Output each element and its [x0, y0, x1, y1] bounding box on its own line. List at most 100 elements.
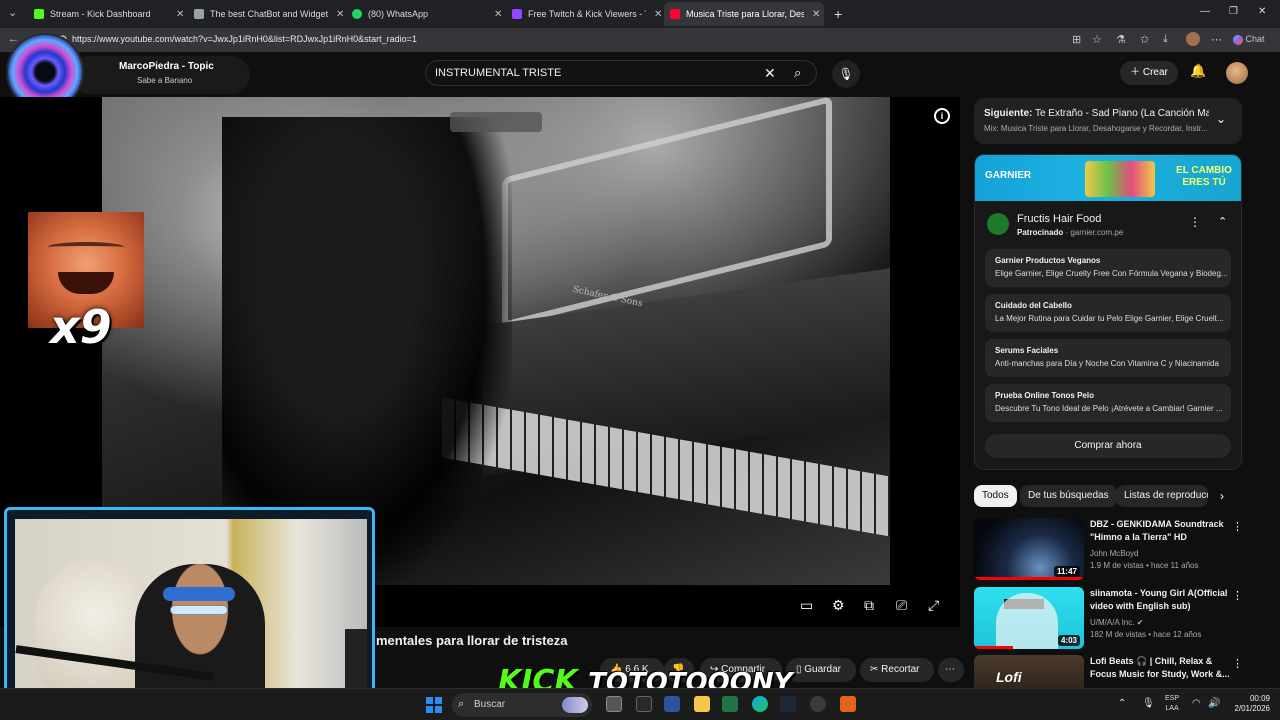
- chip-playlists[interactable]: Listas de reproducción: [1116, 485, 1208, 507]
- video-title[interactable]: DBZ - GENKIDAMA Soundtrack "Himno a la T…: [1090, 518, 1230, 544]
- video-thumbnail[interactable]: Lofi: [974, 655, 1084, 688]
- video-channel[interactable]: John McBoyd: [1090, 549, 1138, 558]
- close-tab-icon[interactable]: ✕: [654, 9, 662, 20]
- recommended-video[interactable]: Lofi Lofi Beats 🎧 | Chill, Relax & Focus…: [974, 655, 1242, 688]
- close-window-icon[interactable]: ✕: [1258, 6, 1266, 17]
- miniplayer-icon[interactable]: ⧉: [864, 597, 874, 614]
- tab-youtube-musica-triste[interactable]: Musica Triste para Llorar, Desahog ✕: [664, 2, 824, 26]
- ad-banner[interactable]: GARNIER EL CAMBIO ERES TÚ: [975, 155, 1241, 201]
- tab-title: Stream - Kick Dashboard: [50, 9, 151, 19]
- save-label: Guardar: [804, 664, 841, 675]
- install-app-icon[interactable]: ⊞: [1072, 33, 1081, 46]
- favorites-icon[interactable]: ✩: [1140, 33, 1149, 46]
- copilot-chat-button[interactable]: Chat: [1233, 34, 1265, 45]
- taskbar-search[interactable]: ⌕ Buscar: [452, 693, 592, 717]
- ad-sitelink[interactable]: Cuidado del Cabello La Mejor Rutina para…: [985, 294, 1231, 332]
- search-box[interactable]: INSTRUMENTAL TRISTE ✕ ⌕: [425, 60, 817, 86]
- close-tab-icon[interactable]: ✕: [176, 9, 184, 20]
- microphone-icon[interactable]: 🎙: [1142, 698, 1155, 709]
- obs-icon[interactable]: [810, 696, 826, 712]
- save-button[interactable]: ▯ Guardar: [786, 658, 856, 682]
- video-more-icon[interactable]: ⋮: [1232, 589, 1243, 602]
- edge-browser-icon[interactable]: [752, 696, 768, 712]
- info-icon[interactable]: i: [934, 108, 950, 124]
- chevron-down-icon[interactable]: ⌄: [1216, 112, 1226, 126]
- video-more-icon[interactable]: ⋮: [1232, 520, 1243, 533]
- input-language[interactable]: ESP LAA: [1165, 694, 1179, 714]
- video-thumbnail[interactable]: 4:03: [974, 587, 1084, 649]
- subtitles-icon[interactable]: ▭: [800, 597, 813, 614]
- more-menu-icon[interactable]: ⋯: [1211, 33, 1222, 46]
- tab-kick-dashboard[interactable]: Stream - Kick Dashboard ✕: [28, 2, 188, 26]
- steam-icon[interactable]: [780, 696, 796, 712]
- up-next-panel[interactable]: Siguiente: Te Extraño - Sad Piano (La Ca…: [974, 98, 1242, 144]
- settings-gear-icon[interactable]: ⚙: [832, 597, 845, 614]
- profile-avatar-icon[interactable]: [1186, 32, 1200, 46]
- video-title[interactable]: Lofi Beats 🎧 | Chill, Relax & Focus Musi…: [1090, 655, 1230, 681]
- search-input[interactable]: INSTRUMENTAL TRISTE: [435, 67, 561, 79]
- tab-chatbot-widgets[interactable]: The best ChatBot and Widgets for ✕: [188, 2, 346, 26]
- ad-more-icon[interactable]: ⋮: [1189, 215, 1201, 229]
- chevron-right-icon[interactable]: ›: [1220, 489, 1224, 503]
- tab-whatsapp[interactable]: (80) WhatsApp ✕: [346, 2, 506, 26]
- recommended-video[interactable]: 4:03 siinamota - Young Girl A(Official v…: [974, 587, 1243, 651]
- restore-icon[interactable]: ❐: [1229, 6, 1238, 17]
- tab-list-icon[interactable]: ⌄: [8, 6, 17, 19]
- clip-button[interactable]: ✂ Recortar: [860, 658, 934, 682]
- chip-all[interactable]: Todos: [974, 485, 1017, 507]
- ad-title[interactable]: Fructis Hair Food: [1017, 213, 1101, 225]
- chevron-up-icon[interactable]: ⌃: [1218, 215, 1227, 228]
- task-view-icon[interactable]: [606, 696, 622, 712]
- wifi-icon[interactable]: ◠: [1192, 698, 1201, 709]
- windows-start-icon[interactable]: [426, 697, 442, 713]
- create-button[interactable]: ＋ Crear: [1120, 61, 1178, 85]
- search-icon[interactable]: ⌕: [794, 65, 801, 81]
- system-clock[interactable]: 00:09 2/01/2026: [1228, 694, 1270, 714]
- shop-now-button[interactable]: Comprar ahora: [985, 434, 1231, 458]
- more-actions-button[interactable]: ⋯: [938, 658, 964, 682]
- tab-title: Free Twitch & Kick Viewers - Try 1: [528, 9, 646, 19]
- new-tab-button[interactable]: +: [828, 2, 848, 26]
- close-tab-icon[interactable]: ✕: [494, 9, 502, 20]
- close-tab-icon[interactable]: ✕: [812, 9, 820, 20]
- up-next-mix-subtitle: Mix: Musica Triste para Llorar, Desahoga…: [984, 124, 1208, 133]
- viewers-favicon-icon: [512, 9, 522, 19]
- webcam-feed: [15, 519, 367, 712]
- notifications-bell-icon[interactable]: 🔔: [1190, 63, 1206, 79]
- ad-sitelink[interactable]: Prueba Online Tonos Pelo Descubre Tu Ton…: [985, 384, 1231, 422]
- fullscreen-icon[interactable]: ⤢: [928, 597, 939, 614]
- video-more-icon[interactable]: ⋮: [1232, 657, 1242, 670]
- bookmark-star-icon[interactable]: ☆: [1092, 33, 1102, 46]
- chat-label: Chat: [1245, 34, 1265, 44]
- cast-icon[interactable]: ⎚: [896, 597, 907, 614]
- download-icon[interactable]: ⤓: [1163, 33, 1168, 46]
- video-thumbnail[interactable]: 11:47: [974, 518, 1084, 580]
- ad-sitelink[interactable]: Serums Faciales Anti-manchas para Día y …: [985, 339, 1231, 377]
- volume-icon[interactable]: 🔊: [1208, 698, 1220, 709]
- show-hidden-icons[interactable]: ⌃: [1118, 698, 1126, 709]
- tab-title: Musica Triste para Llorar, Desahog: [686, 9, 804, 19]
- media-app-icon[interactable]: [636, 696, 652, 712]
- clear-search-icon[interactable]: ✕: [764, 65, 776, 82]
- voice-search-icon[interactable]: 🎙: [832, 60, 860, 88]
- close-tab-icon[interactable]: ✕: [336, 9, 344, 20]
- minimize-icon[interactable]: —: [1200, 6, 1210, 17]
- chip-from-searches[interactable]: De tus búsquedas: [1020, 485, 1117, 507]
- extensions-icon[interactable]: ⚗: [1116, 33, 1126, 46]
- back-icon[interactable]: ←: [8, 33, 19, 45]
- tab-free-viewers[interactable]: Free Twitch & Kick Viewers - Try 1 ✕: [506, 2, 664, 26]
- app-four-icon[interactable]: [840, 696, 856, 712]
- video-title[interactable]: siinamota - Young Girl A(Official video …: [1090, 587, 1230, 613]
- tab-title: (80) WhatsApp: [368, 9, 429, 19]
- ad-sitelink[interactable]: Garnier Productos Veganos Elige Garnier,…: [985, 249, 1231, 287]
- url-field[interactable]: https://www.youtube.com/watch?v=JwxJp1iR…: [72, 34, 417, 44]
- video-overlay-pill: [450, 112, 542, 132]
- meme-mouth: [58, 272, 114, 294]
- excel-icon[interactable]: [722, 696, 738, 712]
- account-avatar[interactable]: [1226, 62, 1248, 84]
- clip-label: Recortar: [881, 664, 920, 675]
- file-explorer-icon[interactable]: [694, 696, 710, 712]
- word-icon[interactable]: [664, 696, 680, 712]
- video-channel[interactable]: U/M/A/A Inc. ✔: [1090, 618, 1143, 627]
- recommended-video[interactable]: 11:47 DBZ - GENKIDAMA Soundtrack "Himno …: [974, 518, 1243, 582]
